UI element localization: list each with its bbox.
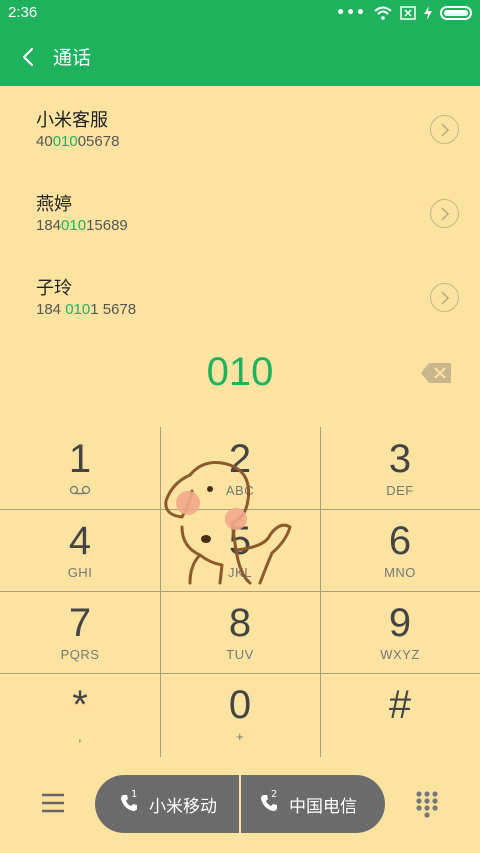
key-letters: WXYZ (380, 647, 420, 662)
key-digit: 6 (388, 519, 412, 563)
charging-icon (424, 6, 432, 20)
sim-call-buttons: 1 小米移动 2 中国电信 (95, 775, 385, 833)
key-8[interactable]: 8 TUV (160, 591, 320, 673)
key-digit: 9 (388, 601, 412, 645)
key-letters (320, 729, 480, 745)
call-sim1-button[interactable]: 1 小米移动 (95, 775, 239, 833)
contact-name: 燕婷 (36, 194, 72, 215)
contact-number: 184 0101 5678 (36, 301, 137, 318)
key-2[interactable]: 2 ABC (160, 427, 320, 509)
key-digit: 7 (68, 601, 92, 645)
key-digit: 5 (228, 519, 252, 563)
key-digit: 4 (68, 519, 92, 563)
key-letters: , (77, 729, 83, 744)
dial-keypad: 1 2 ABC 3 DEF 4 GHI 5 JKL 6 MNO 7 PQRS 8… (0, 427, 480, 757)
contact-number: 18401015689 (36, 217, 128, 234)
key-digit: 1 (68, 437, 92, 481)
key-letters: + (235, 729, 245, 744)
key-digit: * (72, 683, 88, 727)
sim2-label: 中国电信 (289, 796, 357, 817)
back-arrow-icon[interactable] (18, 43, 40, 71)
app-header: 通话 (0, 28, 480, 86)
contact-name: 子玲 (36, 278, 72, 299)
status-bar: 2:36 ••• (0, 0, 480, 28)
key-digit: 0 (228, 683, 252, 727)
key-letters: ABC (225, 483, 255, 498)
contact-results-list: 小米客服 4001005678 燕婷 18401015689 子玲 184 01… (0, 86, 480, 338)
voicemail-icon (0, 483, 160, 499)
status-time: 2:36 (8, 4, 38, 21)
list-item[interactable]: 小米客服 4001005678 (0, 86, 480, 170)
key-7[interactable]: 7 PQRS (0, 591, 160, 673)
no-sim-icon (400, 6, 416, 20)
key-4[interactable]: 4 GHI (0, 509, 160, 591)
key-9[interactable]: 9 WXYZ (320, 591, 480, 673)
key-letters: DEF (386, 483, 414, 498)
more-notifications-icon: ••• (336, 5, 366, 21)
chevron-right-icon (441, 123, 450, 137)
key-6[interactable]: 6 MNO (320, 509, 480, 591)
phone-icon: 1 (119, 789, 141, 815)
dialed-number: 010 (206, 350, 274, 394)
key-letters: TUV (226, 647, 254, 662)
list-item[interactable]: 子玲 184 0101 5678 (0, 254, 480, 338)
contact-details-button[interactable] (430, 115, 459, 144)
contact-number: 4001005678 (36, 133, 120, 150)
dial-entry: 010 (0, 346, 480, 406)
backspace-icon[interactable] (420, 362, 452, 384)
list-item[interactable]: 燕婷 18401015689 (0, 170, 480, 254)
call-sim2-button[interactable]: 2 中国电信 (241, 775, 385, 833)
key-digit: 3 (388, 437, 412, 481)
status-icons: ••• (336, 5, 472, 21)
key-letters: JKL (228, 565, 252, 580)
key-0[interactable]: 0 + (160, 673, 320, 755)
battery-icon (440, 6, 472, 20)
key-5[interactable]: 5 JKL (160, 509, 320, 591)
wifi-icon (374, 6, 392, 20)
menu-icon[interactable] (40, 790, 66, 816)
key-digit: 2 (228, 437, 252, 481)
matched-digits: 010 (65, 301, 91, 318)
dialpad-toggle-icon[interactable] (415, 790, 439, 818)
bottom-bar: 1 小米移动 2 中国电信 (0, 770, 480, 840)
key-letters: GHI (67, 565, 93, 580)
matched-digits: 010 (52, 133, 78, 150)
contact-details-button[interactable] (430, 199, 459, 228)
matched-digits: 010 (61, 217, 87, 234)
chevron-right-icon (441, 291, 450, 305)
key-digit: # (388, 683, 412, 727)
key-letters: PQRS (60, 647, 100, 662)
chevron-right-icon (441, 207, 450, 221)
key-hash[interactable]: # (320, 673, 480, 755)
phone-icon: 2 (259, 789, 281, 815)
key-star[interactable]: * , (0, 673, 160, 755)
key-3[interactable]: 3 DEF (320, 427, 480, 509)
key-1[interactable]: 1 (0, 427, 160, 509)
contact-details-button[interactable] (430, 283, 459, 312)
key-digit: 8 (228, 601, 252, 645)
key-letters: MNO (384, 565, 416, 580)
page-title: 通话 (53, 47, 92, 69)
contact-name: 小米客服 (36, 110, 108, 131)
sim1-label: 小米移动 (149, 796, 217, 817)
